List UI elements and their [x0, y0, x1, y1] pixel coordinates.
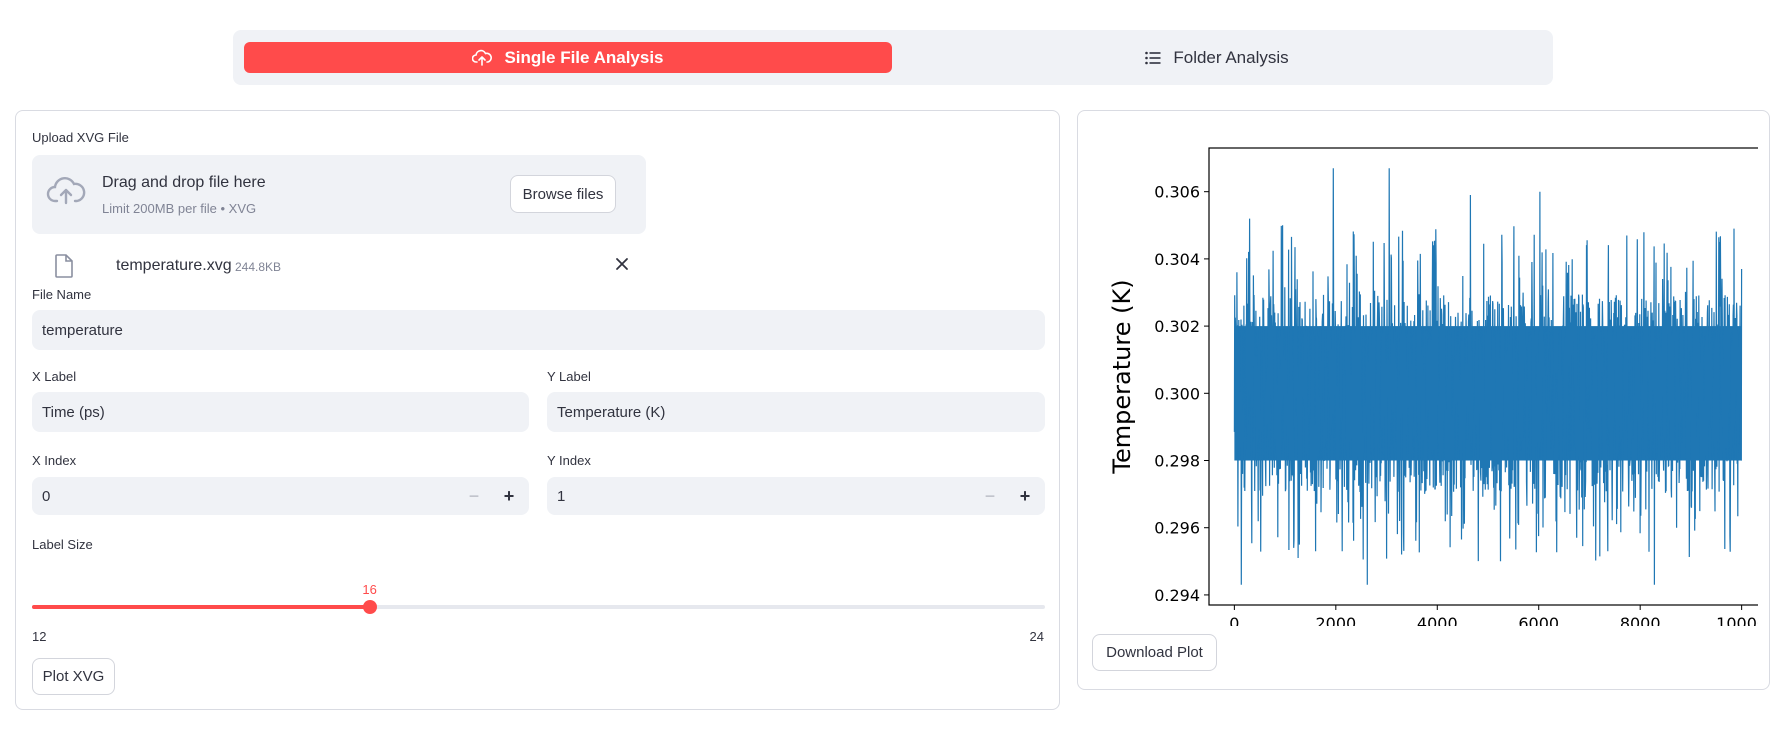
- x-tick-label: 6000: [1518, 614, 1559, 626]
- uploaded-file-name: temperature.xvg: [116, 257, 232, 274]
- y-tick-label: 0.302: [1154, 317, 1200, 336]
- y-index-label: Y Index: [547, 453, 591, 468]
- tab-bar: Single File Analysis Folder Analysis: [233, 30, 1553, 85]
- y-index-stepper[interactable]: 1 − +: [547, 477, 1045, 515]
- file-name-label: File Name: [32, 287, 92, 302]
- label-size-slider[interactable]: [32, 600, 1045, 614]
- tab-folder-analysis[interactable]: Folder Analysis: [893, 42, 1541, 73]
- file-name-input[interactable]: temperature: [32, 310, 1045, 350]
- x-label-value: Time (ps): [42, 403, 105, 421]
- tab-folder-label: Folder Analysis: [1173, 47, 1289, 67]
- tab-single-label: Single File Analysis: [504, 47, 664, 67]
- y-tick-label: 0.306: [1154, 183, 1200, 202]
- x-label-label: X Label: [32, 369, 77, 384]
- plot-xvg-button[interactable]: Plot XVG: [32, 658, 115, 695]
- x-index-stepper[interactable]: 0 − +: [32, 477, 529, 515]
- temperature-chart: 0 2000 4000 6000 8000 10000 0.294 0.296 0.298 0.3…: [1098, 121, 1768, 663]
- uploaded-file-size: 244.8KB: [235, 260, 282, 274]
- download-plot-button[interactable]: Download Plot: [1092, 634, 1217, 671]
- x-tick-label: 8000: [1620, 614, 1661, 626]
- y-label-label: Y Label: [547, 369, 591, 384]
- y-tick-label: 0.298: [1154, 452, 1200, 471]
- x-tick-label: 4000: [1417, 614, 1458, 626]
- slider-max-label: 24: [1029, 629, 1044, 644]
- x-tick-label: 2000: [1315, 614, 1356, 626]
- y-tick-label: 0.304: [1154, 250, 1200, 269]
- y-tick-label: 0.296: [1154, 519, 1200, 538]
- remove-file-icon[interactable]: [612, 254, 632, 279]
- x-index-value: 0: [42, 487, 51, 505]
- x-index-label: X Index: [32, 453, 77, 468]
- dropzone-limit: Limit 200MB per file • XVG: [102, 201, 257, 216]
- cloud-upload-icon: [46, 177, 86, 212]
- file-name-value: temperature: [42, 321, 123, 339]
- y-index-decrement-button[interactable]: −: [972, 477, 1008, 515]
- slider-thumb[interactable]: [362, 600, 377, 614]
- slider-fill: [32, 605, 370, 609]
- y-index-value: 1: [557, 487, 566, 505]
- plot-panel: 0 2000 4000 6000 8000 10000 0.294 0.296 0.298 0.3…: [1077, 110, 1770, 690]
- y-tick-label: 0.294: [1154, 586, 1200, 605]
- file-dropzone[interactable]: Drag and drop file here Limit 200MB per …: [32, 155, 646, 234]
- file-icon: [54, 254, 74, 283]
- settings-panel: Upload XVG File Drag and drop file here …: [15, 110, 1060, 710]
- cloud-upload-icon: [472, 49, 493, 67]
- label-size-label: Label Size: [32, 537, 93, 552]
- upload-label: Upload XVG File: [32, 130, 129, 145]
- slider-current-value: 16: [362, 582, 377, 597]
- uploaded-file-row: temperature.xvg 244.8KB: [32, 246, 1042, 286]
- y-label-input[interactable]: Temperature (K): [547, 392, 1045, 432]
- x-tick-label: 0: [1229, 614, 1239, 626]
- dropzone-title: Drag and drop file here: [102, 174, 266, 191]
- y-index-increment-button[interactable]: +: [1007, 477, 1043, 515]
- tab-single-file-analysis[interactable]: Single File Analysis: [244, 42, 892, 73]
- chart-svg: 0 2000 4000 6000 8000 10000 0.294 0.296 0.298 0.3…: [1108, 147, 1768, 663]
- x-tick-label: 10000: [1716, 614, 1758, 626]
- y-tick-label: 0.300: [1154, 384, 1200, 403]
- browse-files-button[interactable]: Browse files: [510, 175, 616, 213]
- y-axis-label: Temperature (K): [1108, 279, 1136, 474]
- y-label-value: Temperature (K): [557, 403, 666, 421]
- x-index-decrement-button[interactable]: −: [456, 477, 492, 515]
- x-label-input[interactable]: Time (ps): [32, 392, 529, 432]
- slider-min-label: 12: [32, 629, 47, 644]
- series-line: [1233, 168, 1743, 585]
- x-index-increment-button[interactable]: +: [491, 477, 527, 515]
- list-icon: [1145, 51, 1161, 65]
